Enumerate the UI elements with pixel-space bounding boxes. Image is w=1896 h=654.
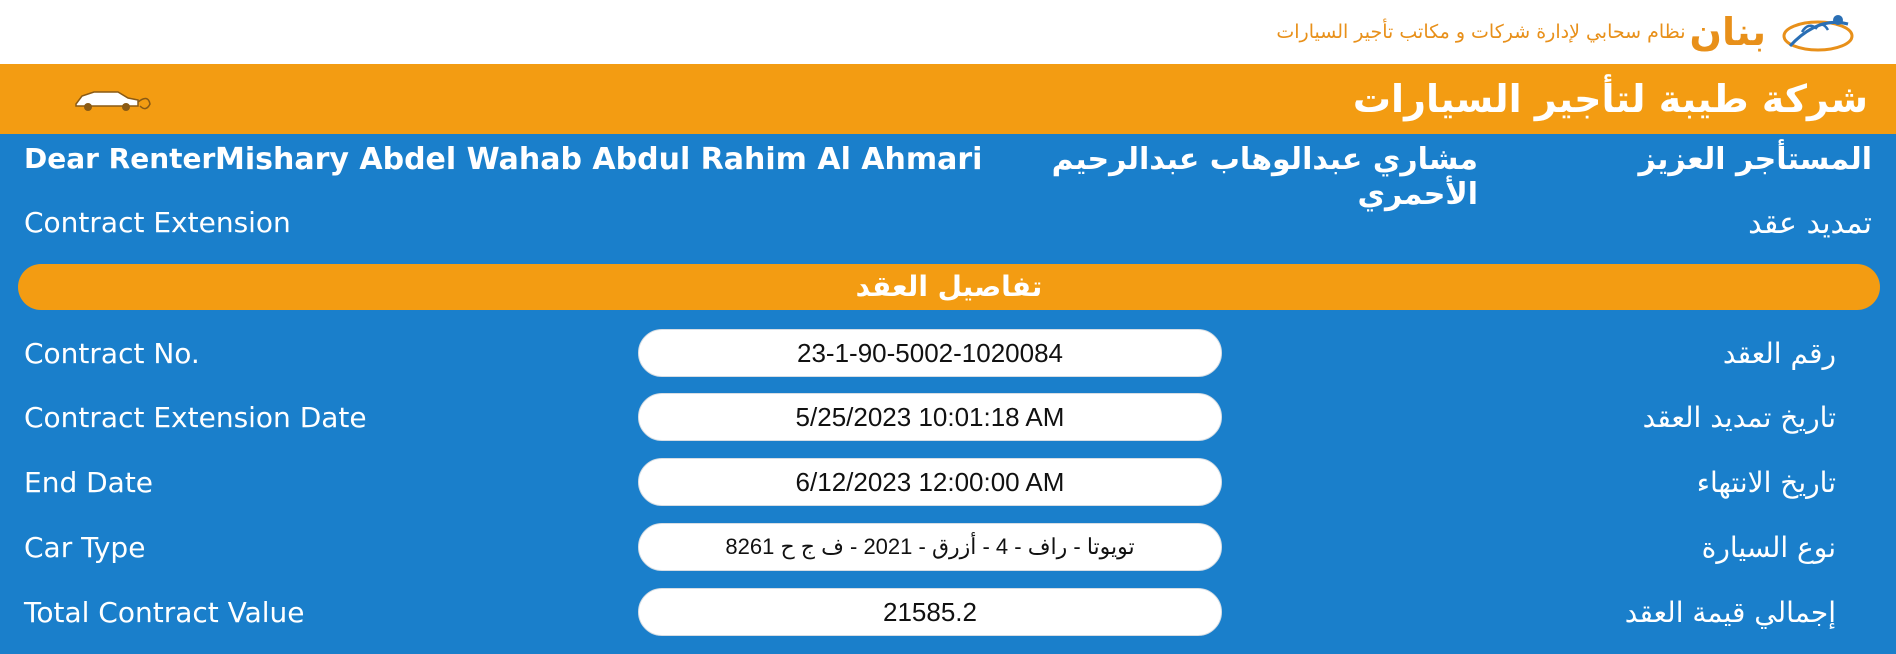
field-label-en: Total Contract Value (24, 596, 305, 629)
renter-label-en: Dear Renter (24, 142, 216, 175)
field-label-ar: رقم العقد (1722, 337, 1836, 370)
renter-row: Dear Renter Mishary Abdel Wahab Abdul Ra… (0, 134, 1896, 212)
top-header: بنان نظام سحابي لإدارة شركات و مكاتب تأج… (0, 0, 1896, 64)
field-label-ar: تاريخ تمديد العقد (1642, 401, 1836, 434)
extension-date-field[interactable]: 5/25/2023 10:01:18 AM (638, 393, 1222, 441)
field-label-en: Contract Extension Date (24, 401, 367, 434)
field-label-ar: إجمالي قيمة العقد (1624, 596, 1836, 629)
page-title-ar: تمديد عقد (1748, 206, 1872, 241)
brand-name: بنان (1689, 10, 1766, 54)
renter-name-en: Mishary Abdel Wahab Abdul Rahim Al Ahmar… (215, 142, 983, 177)
field-label-ar: تاريخ الانتهاء (1696, 466, 1836, 499)
car-icon (75, 91, 151, 111)
section-header: تفاصيل العقد (18, 264, 1880, 310)
field-row-total-value: Total Contract Value 21585.2 إجمالي قيمة… (0, 588, 1896, 638)
renter-label-ar: المستأجر العزيز (1638, 142, 1873, 177)
brand-tagline: نظام سحابي لإدارة شركات و مكاتب تأجير ال… (1276, 21, 1686, 43)
field-label-en: Contract No. (24, 337, 200, 370)
field-row-car-type: Car Type تويوتا - راف - 4 - أزرق - 2021 … (0, 523, 1896, 573)
total-value-field[interactable]: 21585.2 (638, 588, 1222, 636)
brand: بنان نظام سحابي لإدارة شركات و مكاتب تأج… (1276, 6, 1856, 58)
field-label-ar: نوع السيارة (1701, 531, 1836, 564)
field-row-extension-date: Contract Extension Date 5/25/2023 10:01:… (0, 393, 1896, 443)
banan-logo-icon (1782, 15, 1854, 52)
field-label-en: End Date (24, 466, 154, 499)
company-bar: شركة طيبة لتأجير السيارات (0, 64, 1896, 134)
end-date-field[interactable]: 6/12/2023 12:00:00 AM (638, 458, 1222, 506)
field-row-end-date: End Date 6/12/2023 12:00:00 AM تاريخ الا… (0, 458, 1896, 508)
contract-panel: Dear Renter Mishary Abdel Wahab Abdul Ra… (0, 134, 1896, 654)
page-title-en: Contract Extension (24, 206, 291, 239)
renter-name-ar: مشاري عبدالوهاب عبدالرحيم الأحمري (1051, 142, 1478, 212)
contract-no-field[interactable]: 23-1-90-5002-1020084 (638, 329, 1222, 377)
company-name: شركة طيبة لتأجير السيارات (1352, 77, 1868, 121)
field-label-en: Car Type (24, 531, 146, 564)
field-row-contract-no: Contract No. 23-1-90-5002-1020084 رقم ال… (0, 329, 1896, 379)
car-type-field[interactable]: تويوتا - راف - 4 - أزرق - 2021 - ف ج ح 8… (638, 523, 1222, 571)
